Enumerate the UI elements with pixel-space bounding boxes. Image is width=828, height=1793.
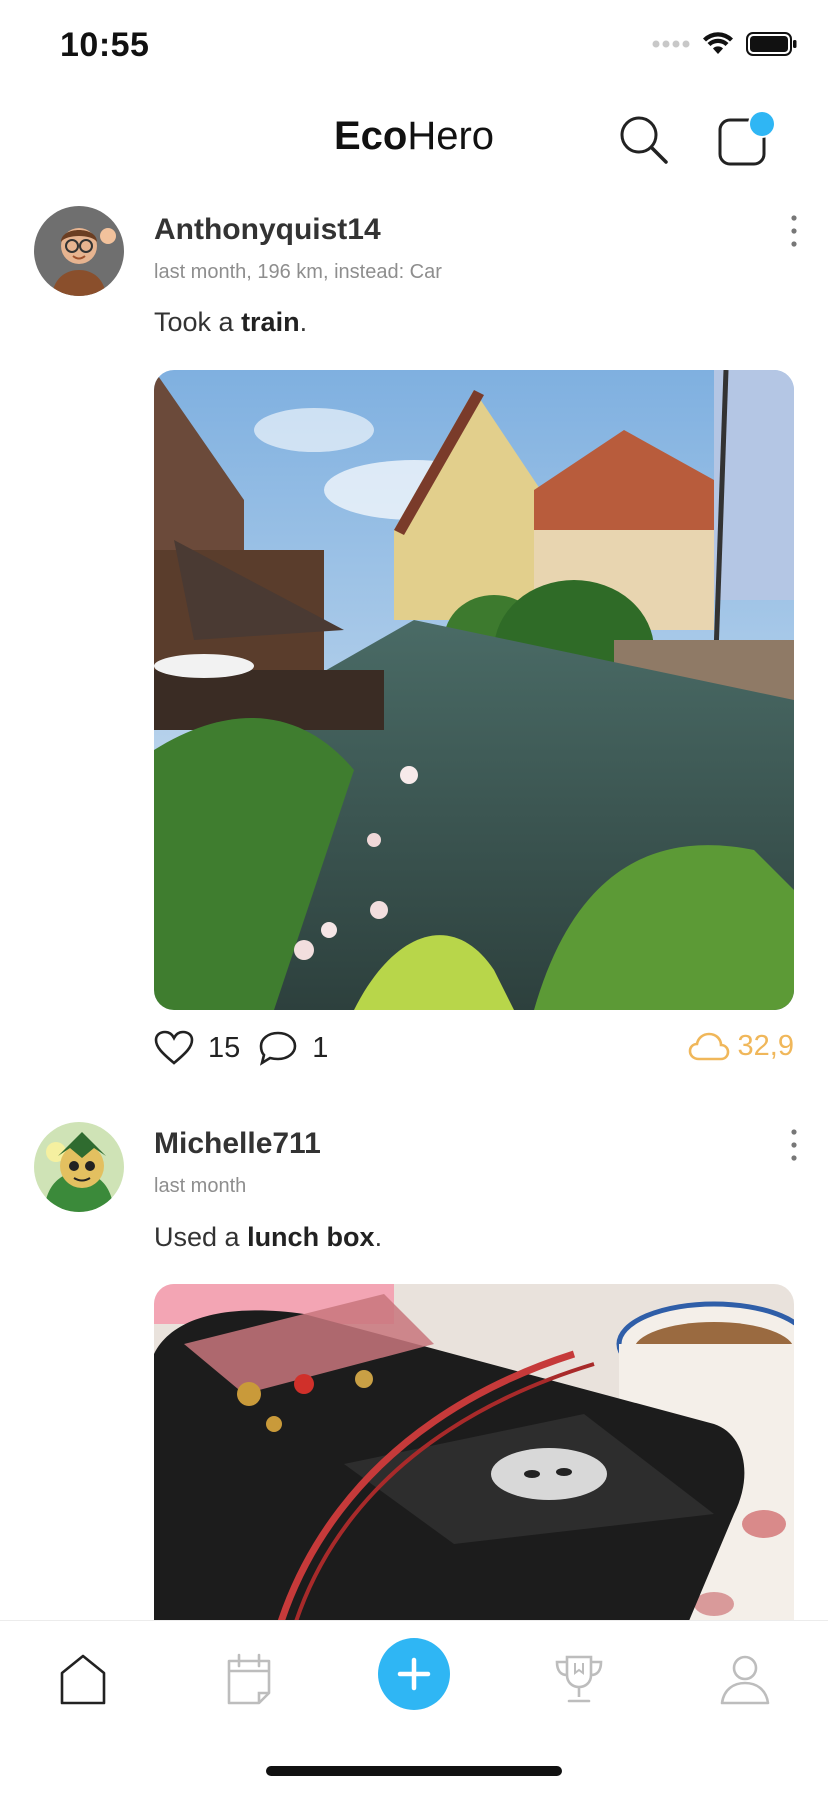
caption-prefix: Took a — [154, 307, 242, 337]
avatar-character-icon — [34, 1122, 124, 1212]
tab-profile[interactable] — [710, 1644, 780, 1714]
post-photo[interactable] — [154, 370, 794, 1010]
post-meta: last month — [154, 1175, 247, 1197]
caption-prefix: Used a — [154, 1222, 248, 1252]
tab-calendar[interactable] — [214, 1644, 284, 1714]
cloud-icon — [688, 1032, 729, 1060]
co2-value: 32,9 — [737, 1030, 794, 1062]
like-count: 15 — [208, 1031, 241, 1064]
heart-icon[interactable] — [154, 1030, 194, 1066]
app-title-light: Hero — [407, 114, 495, 158]
post-caption: Used a lunch box. — [154, 1222, 382, 1253]
post-meta: last month, 196 km, instead: Car — [154, 261, 442, 283]
plus-icon — [397, 1657, 431, 1691]
cellular-signal-icon — [652, 40, 690, 48]
status-time: 10:55 — [60, 26, 150, 64]
tab-home[interactable] — [48, 1644, 118, 1714]
app-title-bold: Eco — [333, 114, 408, 158]
tab-leaderboard[interactable] — [544, 1644, 614, 1714]
battery-icon — [746, 32, 797, 56]
canal-town-photo — [154, 370, 794, 1010]
comment-icon[interactable] — [258, 1030, 298, 1066]
post-actions: 15 1 — [154, 1030, 328, 1066]
post-username[interactable]: Michelle711 — [154, 1127, 321, 1161]
avatar-memoji-icon — [34, 206, 124, 296]
profile-icon — [720, 1655, 770, 1705]
caption-activity: lunch box — [247, 1222, 375, 1252]
caption-activity: train — [241, 307, 300, 337]
calendar-icon — [227, 1653, 271, 1705]
status-icons — [652, 32, 798, 56]
home-icon — [60, 1654, 106, 1705]
wifi-icon — [703, 32, 733, 54]
post-username[interactable]: Anthonyquist14 — [154, 213, 381, 247]
notification-badge — [750, 112, 774, 136]
caption-suffix: . — [374, 1222, 383, 1252]
post-avatar[interactable] — [34, 206, 124, 296]
comment-count: 1 — [312, 1031, 329, 1064]
post-avatar[interactable] — [34, 1122, 124, 1212]
add-post-button[interactable] — [378, 1638, 450, 1710]
trophy-icon — [555, 1655, 603, 1703]
home-indicator — [266, 1766, 562, 1776]
co2-saved: 32,9 — [688, 1030, 794, 1063]
caption-suffix: . — [299, 307, 308, 337]
post-caption: Took a train. — [154, 307, 307, 338]
notifications-icon[interactable] — [716, 110, 782, 170]
more-options-icon[interactable] — [784, 213, 804, 249]
search-icon[interactable] — [616, 112, 672, 168]
app-title: EcoHero — [0, 114, 828, 159]
more-options-icon[interactable] — [784, 1127, 804, 1163]
